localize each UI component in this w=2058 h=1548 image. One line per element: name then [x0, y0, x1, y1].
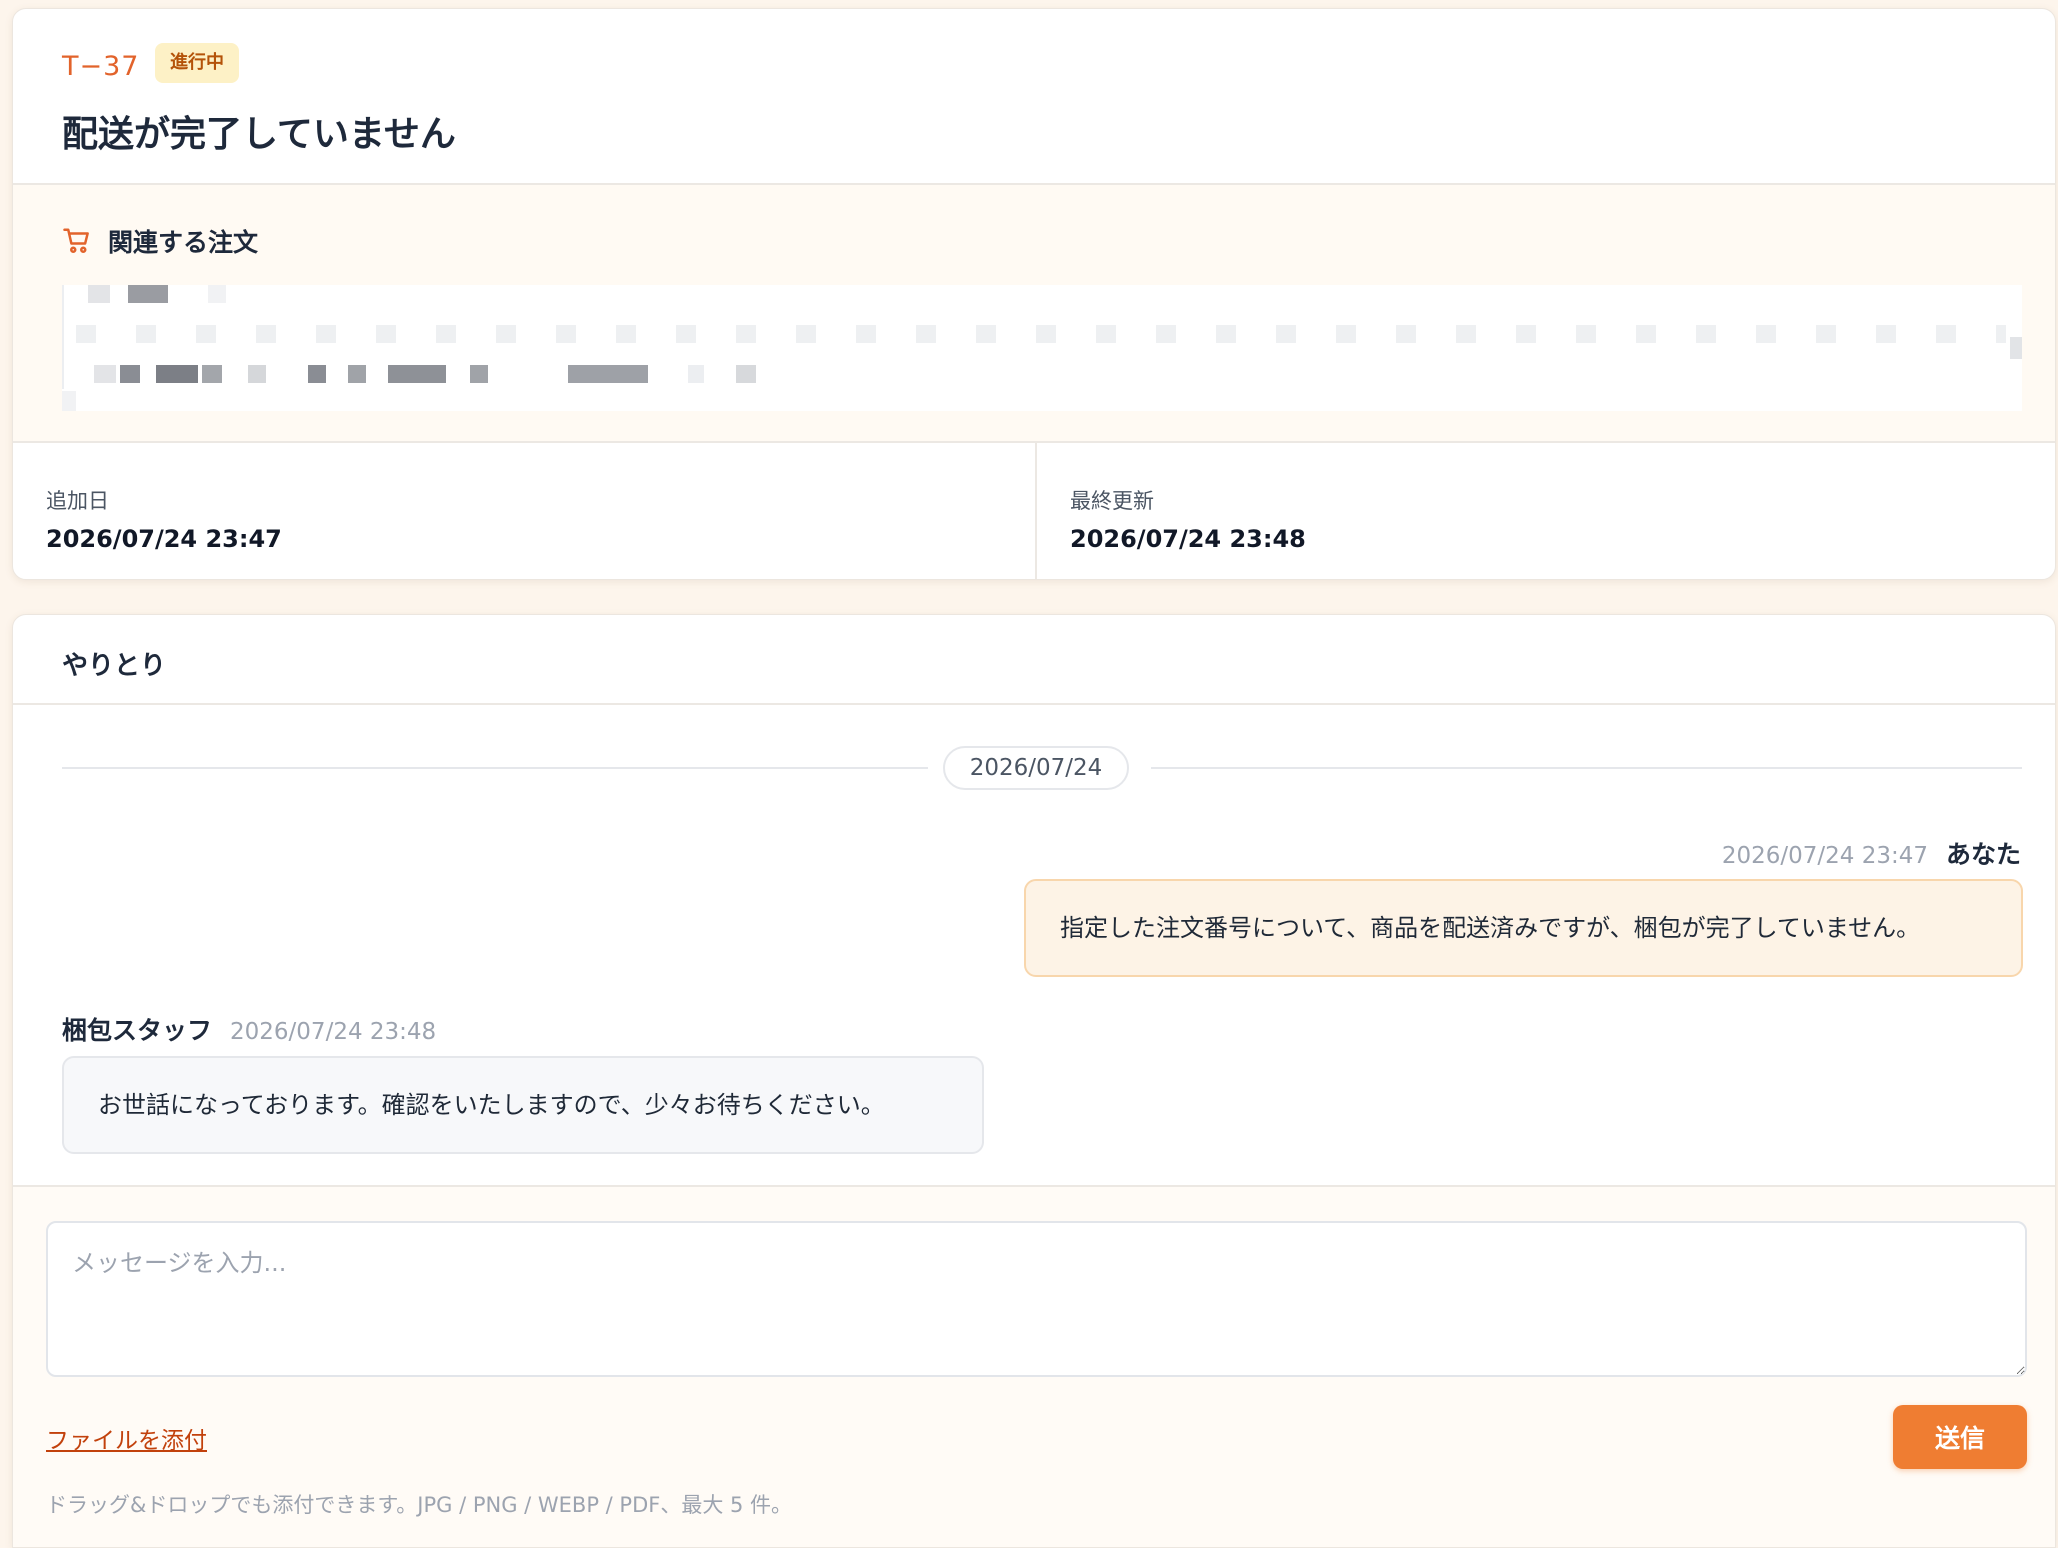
message-sender: あなた — [1945, 840, 2021, 869]
related-order-heading: 関連する注文 — [62, 223, 258, 259]
message-composer: ファイルを添付 送信 ドラッグ&ドロップでも添付できます。JPG / PNG /… — [13, 1185, 2055, 1547]
conversation-header: やりとり — [13, 615, 2055, 705]
updated-date-cell: 最終更新 2026/07/24 23:48 — [1035, 443, 2055, 579]
message-sender: 梱包スタッフ — [62, 1016, 213, 1045]
page: T−37 進行中 配送が完了していません 関連する注文 追加日 2026/07/… — [0, 0, 2058, 1548]
updated-date-label: 最終更新 — [1070, 489, 1154, 513]
message-meta-own: 2026/07/24 23:47 あなた — [1722, 835, 2021, 871]
ticket-meta: 追加日 2026/07/24 23:47 最終更新 2026/07/24 23:… — [13, 443, 2055, 579]
date-divider-line-right — [1151, 767, 2022, 769]
conversation-card: やりとり 2026/07/24 2026/07/24 23:47 あなた 指定し… — [12, 614, 2056, 1548]
redacted-order-details — [62, 285, 2022, 411]
status-badge: 進行中 — [155, 43, 239, 83]
send-button[interactable]: 送信 — [1893, 1405, 2027, 1469]
added-date-cell: 追加日 2026/07/24 23:47 — [13, 443, 1035, 579]
message-time: 2026/07/24 23:48 — [230, 1019, 437, 1045]
updated-date-value: 2026/07/24 23:48 — [1070, 525, 1306, 553]
added-date-label: 追加日 — [46, 489, 109, 513]
message-time: 2026/07/24 23:47 — [1721, 843, 1928, 869]
conversation-title: やりとり — [62, 651, 167, 681]
ticket-card: T−37 進行中 配送が完了していません 関連する注文 追加日 2026/07/… — [12, 8, 2056, 580]
attach-file-link[interactable]: ファイルを添付 — [46, 1421, 207, 1455]
related-order-label: 関連する注文 — [108, 228, 259, 257]
message-meta-staff: 梱包スタッフ 2026/07/24 23:48 — [62, 1011, 436, 1047]
added-date-value: 2026/07/24 23:47 — [46, 525, 282, 553]
message-bubble-own: 指定した注文番号について、商品を配送済みですが、梱包が完了していません。 — [1024, 879, 2023, 977]
attach-hint: ドラッグ&ドロップでも添付できます。JPG / PNG / WEBP / PDF… — [46, 1493, 793, 1517]
message-bubble-staff: お世話になっております。確認をいたしますので、少々お待ちください。 — [62, 1056, 984, 1154]
date-divider-line-left — [62, 767, 928, 769]
ticket-id: T−37 — [62, 51, 140, 82]
date-divider: 2026/07/24 — [943, 746, 1129, 790]
cart-icon — [63, 228, 89, 253]
related-order-section: 関連する注文 — [13, 185, 2055, 443]
ticket-header: T−37 進行中 配送が完了していません — [13, 9, 2055, 185]
message-input[interactable] — [46, 1221, 2027, 1377]
ticket-title: 配送が完了していません — [62, 114, 456, 155]
